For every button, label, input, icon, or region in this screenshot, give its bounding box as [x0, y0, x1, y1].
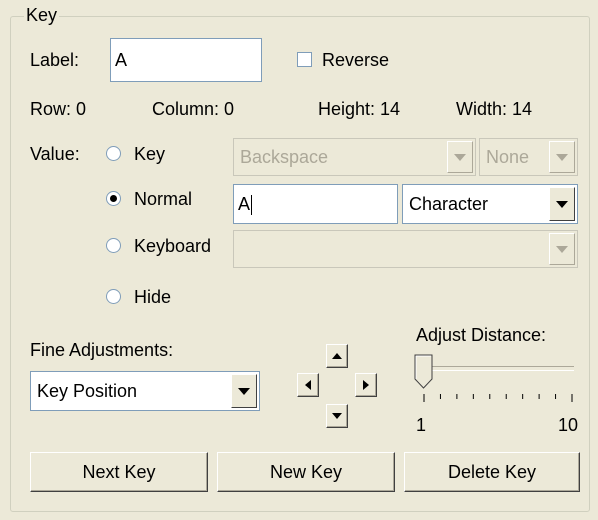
label-input-value: A [115, 50, 128, 70]
normal-type-select[interactable]: Character [402, 184, 578, 224]
move-down-button[interactable] [326, 404, 348, 428]
row-info: Row: 0 [30, 99, 87, 119]
radio-keyboard-label[interactable]: Keyboard [134, 235, 211, 257]
move-up-button[interactable] [326, 344, 348, 368]
arrow-left-icon [305, 380, 311, 390]
key-select: Backspace [233, 138, 476, 176]
reverse-checkbox[interactable] [297, 52, 312, 67]
key-select-value: Backspace [240, 147, 329, 167]
chevron-down-icon [549, 233, 575, 265]
fine-adjustments-label: Fine Adjustments: [30, 340, 174, 360]
arrow-up-icon [332, 353, 342, 359]
fine-adjustments-value: Key Position [37, 381, 138, 401]
radio-normal[interactable] [106, 191, 121, 206]
slider-ticks [423, 394, 573, 402]
column-info: Column: 0 [152, 99, 235, 119]
modifier-select-value: None [486, 147, 530, 167]
adjust-distance-label: Adjust Distance: [416, 325, 547, 345]
arrow-down-icon [332, 413, 342, 419]
radio-hide[interactable] [106, 289, 121, 304]
chevron-down-icon[interactable] [549, 187, 575, 221]
height-info: Height: 14 [318, 99, 401, 119]
normal-type-value: Character [409, 194, 489, 214]
move-left-button[interactable] [297, 373, 319, 397]
value-label: Value: [30, 144, 80, 164]
normal-text-input[interactable]: A [233, 184, 398, 224]
slider-track [420, 366, 574, 371]
radio-normal-label[interactable]: Normal [134, 188, 192, 210]
label-input[interactable]: A [110, 38, 262, 82]
distance-slider[interactable] [414, 354, 580, 408]
keyboard-select [233, 230, 578, 268]
fine-adjustments-select[interactable]: Key Position [30, 371, 260, 411]
chevron-down-icon[interactable] [231, 374, 257, 408]
arrow-right-icon [363, 380, 369, 390]
delete-key-button[interactable]: Delete Key [404, 452, 580, 492]
new-key-button[interactable]: New Key [217, 452, 395, 492]
next-key-button[interactable]: Next Key [30, 452, 208, 492]
width-info: Width: 14 [456, 99, 533, 119]
group-title: Key [24, 4, 60, 26]
distance-max: 10 [558, 415, 579, 435]
chevron-down-icon [549, 141, 575, 173]
move-right-button[interactable] [355, 373, 377, 397]
radio-hide-label[interactable]: Hide [134, 286, 171, 308]
normal-text-value: A [238, 194, 251, 214]
radio-keyboard[interactable] [106, 238, 121, 253]
radio-key-label[interactable]: Key [134, 143, 165, 165]
label-caption: Label: [30, 50, 80, 70]
text-caret [251, 195, 253, 216]
distance-min: 1 [416, 415, 427, 435]
modifier-select: None [479, 138, 578, 176]
radio-key[interactable] [106, 146, 121, 161]
reverse-label[interactable]: Reverse [322, 49, 389, 71]
slider-thumb[interactable] [414, 354, 434, 390]
chevron-down-icon [447, 141, 473, 173]
